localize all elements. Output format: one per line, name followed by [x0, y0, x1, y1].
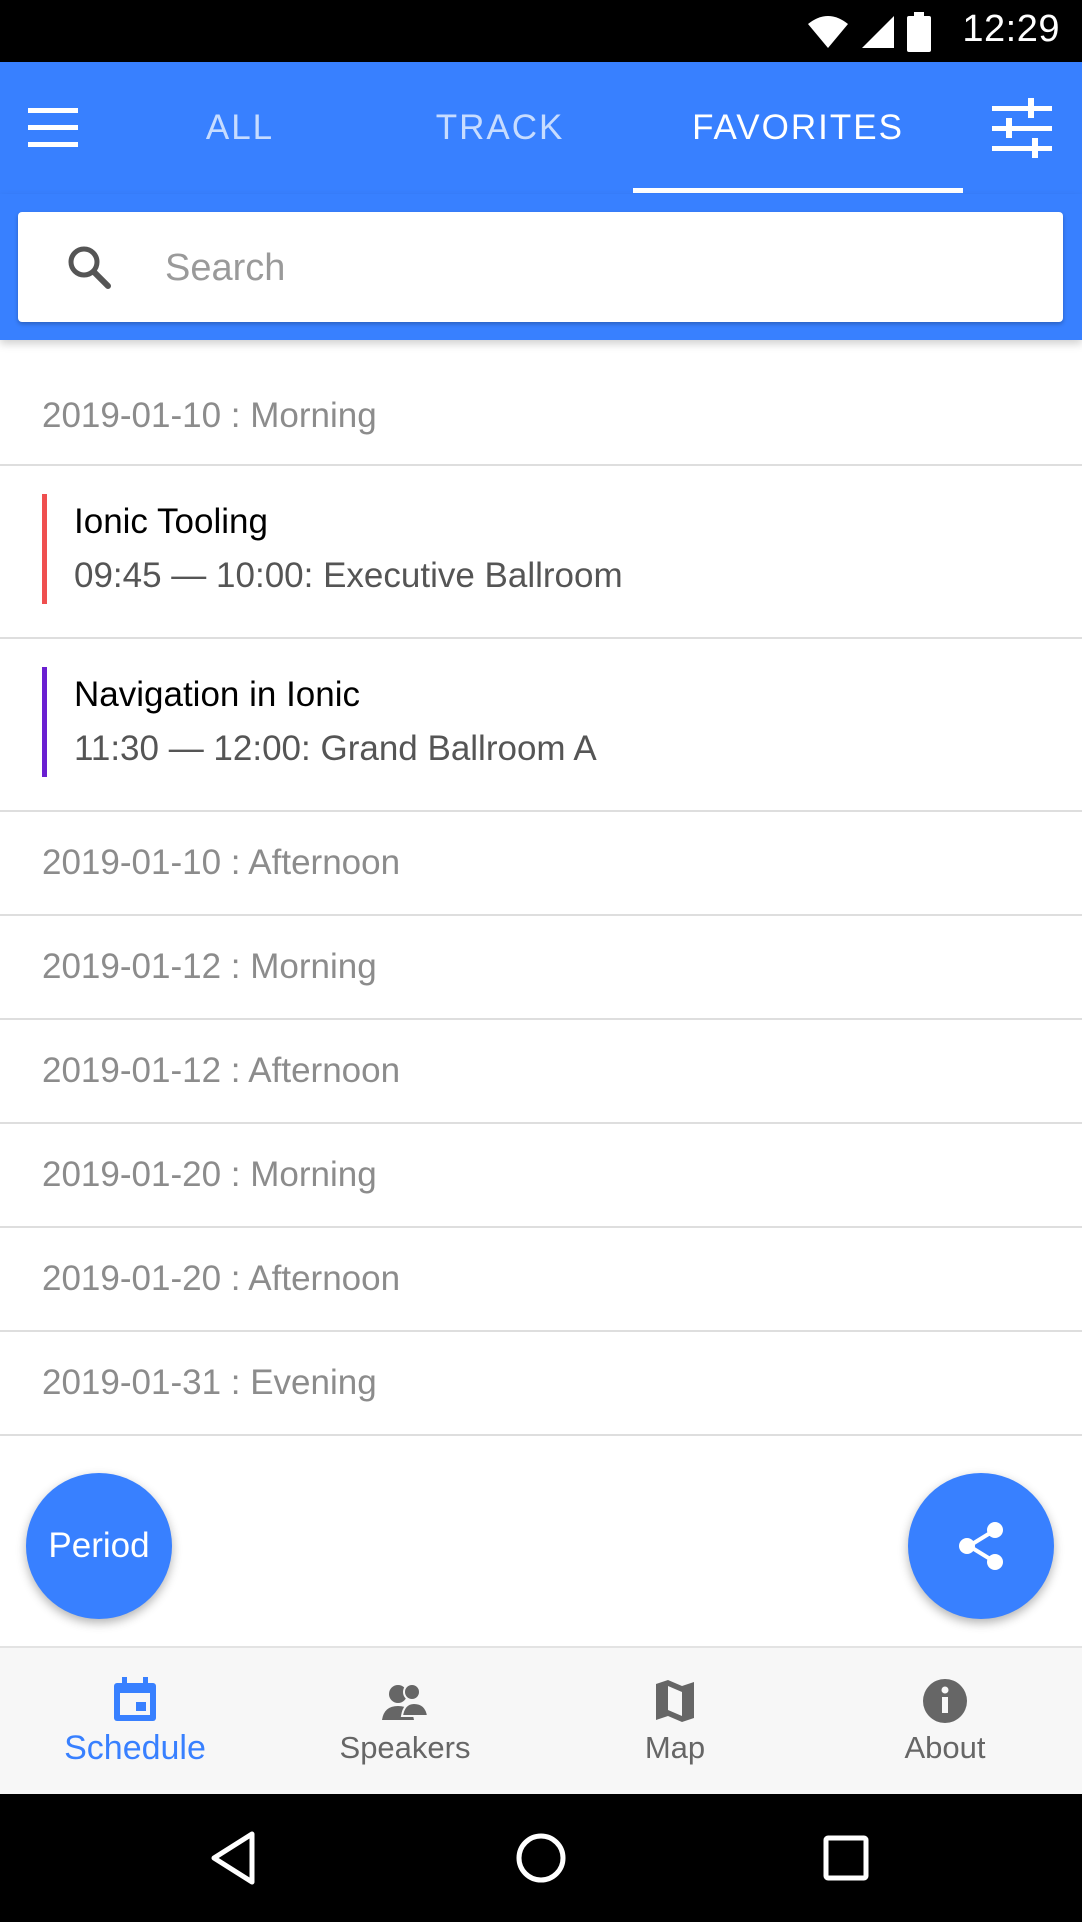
status-icons — [806, 12, 932, 52]
people-icon — [382, 1683, 430, 1720]
group-header: 2019-01-12 : Afternoon — [0, 1020, 1082, 1124]
bottom-tab-bar: Schedule Speakers Map About — [0, 1646, 1082, 1794]
group-header: 2019-01-20 : Morning — [0, 1124, 1082, 1228]
tab-label: Schedule — [64, 1728, 206, 1767]
wifi-icon — [808, 16, 848, 48]
tab-track[interactable]: TRACK — [380, 62, 620, 194]
group-header: 2019-01-31 : Evening — [0, 1332, 1082, 1436]
group-header: 2019-01-20 : Afternoon — [0, 1228, 1082, 1332]
track-color-bar — [42, 494, 47, 604]
track-color-bar — [42, 667, 47, 777]
group-header: 2019-01-10 : Afternoon — [0, 812, 1082, 916]
search-icon — [68, 246, 111, 289]
cell-signal-icon — [862, 16, 894, 48]
menu-icon — [28, 108, 78, 147]
tab-label: Map — [644, 1730, 706, 1765]
share-button[interactable] — [908, 1473, 1054, 1619]
tab-about[interactable]: About — [810, 1648, 1080, 1794]
system-nav-bar — [0, 1794, 1082, 1922]
session-item[interactable]: Ionic Tooling 09:45 — 10:00: Executive B… — [0, 466, 1082, 639]
filter-button[interactable] — [990, 96, 1054, 160]
tab-map[interactable]: Map — [540, 1648, 810, 1794]
info-icon — [923, 1679, 967, 1723]
tab-schedule[interactable]: Schedule — [0, 1648, 270, 1794]
search-box[interactable] — [18, 212, 1063, 322]
schedule-list: 2019-01-10 : Morning Ionic Tooling 09:45… — [0, 360, 1082, 1436]
tab-label: About — [904, 1730, 986, 1765]
session-detail: 11:30 — 12:00: Grand Ballroom A — [74, 729, 597, 768]
search-input[interactable] — [163, 232, 1027, 304]
back-icon[interactable] — [200, 1824, 268, 1892]
calendar-icon — [114, 1676, 156, 1721]
group-header: 2019-01-10 : Morning — [0, 360, 1082, 466]
recents-icon[interactable] — [812, 1824, 880, 1892]
tab-speakers[interactable]: Speakers — [270, 1648, 540, 1794]
tab-indicator — [633, 188, 963, 193]
session-title: Ionic Tooling — [74, 502, 268, 541]
status-time: 12:29 — [962, 8, 1060, 50]
tab-all[interactable]: ALL — [140, 62, 340, 194]
session-item[interactable]: Navigation in Ionic 11:30 — 12:00: Grand… — [0, 639, 1082, 812]
toolbar: ALL TRACK FAVORITES — [0, 62, 1082, 194]
session-detail: 09:45 — 10:00: Executive Ballroom — [74, 556, 623, 595]
sliders-icon — [992, 98, 1052, 158]
tab-favorites[interactable]: FAVORITES — [633, 62, 963, 194]
home-icon[interactable] — [507, 1824, 575, 1892]
session-title: Navigation in Ionic — [74, 675, 360, 714]
status-bar: 12:29 — [0, 0, 1082, 62]
battery-icon — [907, 12, 931, 52]
map-icon — [656, 1680, 694, 1722]
tab-label: Speakers — [339, 1730, 471, 1765]
search-bar — [0, 194, 1082, 340]
period-button[interactable]: Period — [26, 1473, 172, 1619]
menu-button[interactable] — [24, 100, 84, 156]
group-header: 2019-01-12 : Morning — [0, 916, 1082, 1020]
share-icon — [959, 1522, 1003, 1570]
